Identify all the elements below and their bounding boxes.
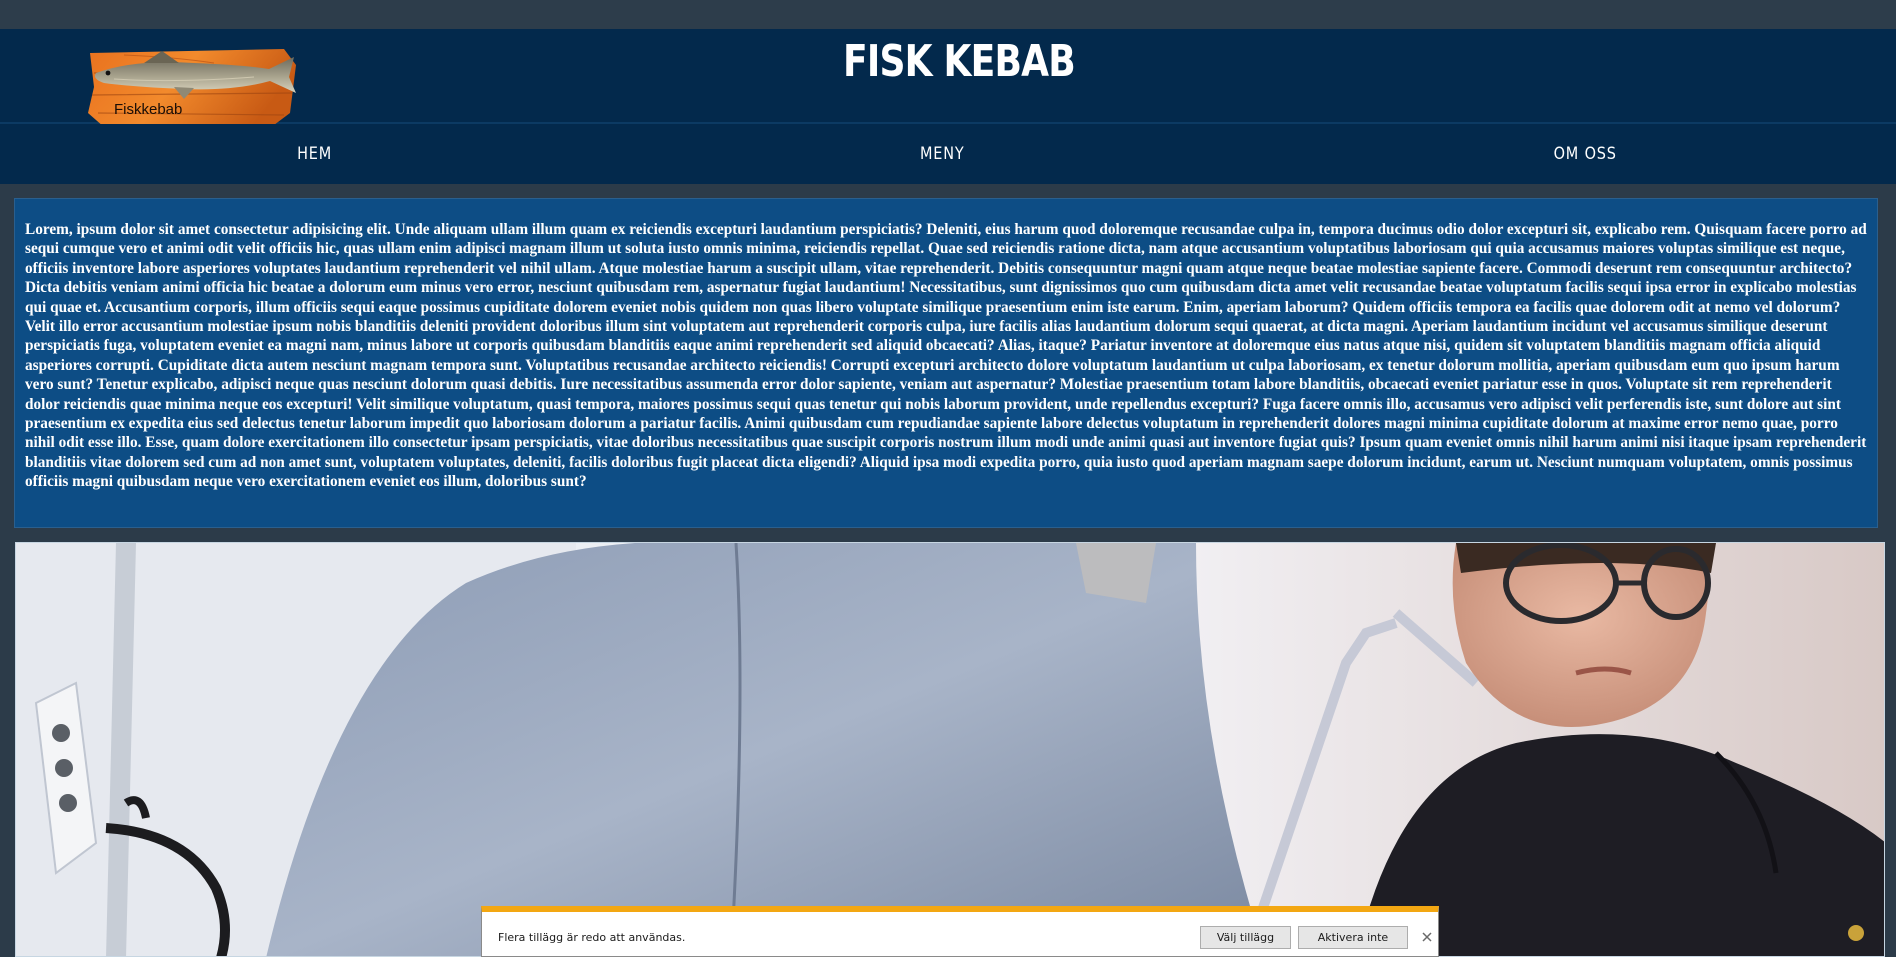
main-nav: HEM MENY OM OSS [0,124,1896,184]
logo-text: Fiskkebab [114,101,183,118]
lorem-paragraph: Lorem, ipsum dolor sit amet consectetur … [25,221,1867,491]
notification-message: Flera tillägg är redo att användas. [498,931,686,944]
close-icon[interactable] [1420,929,1434,943]
hero-photo [15,542,1885,957]
do-not-activate-button[interactable]: Aktivera inte [1298,926,1408,949]
nav-item-hem[interactable]: HEM [297,124,332,184]
nav-item-om-oss[interactable]: OM OSS [1554,124,1617,184]
top-strip [0,0,1896,29]
site-title: FISK KEBAB [843,36,1076,87]
choose-addons-button[interactable]: Välj tillägg [1200,926,1291,949]
webcam-photo [16,543,1884,956]
addon-notification-bar: Flera tillägg är redo att användas. Välj… [481,906,1439,957]
nav-item-meny[interactable]: MENY [920,124,965,184]
content-text-box: Lorem, ipsum dolor sit amet consectetur … [14,198,1878,528]
